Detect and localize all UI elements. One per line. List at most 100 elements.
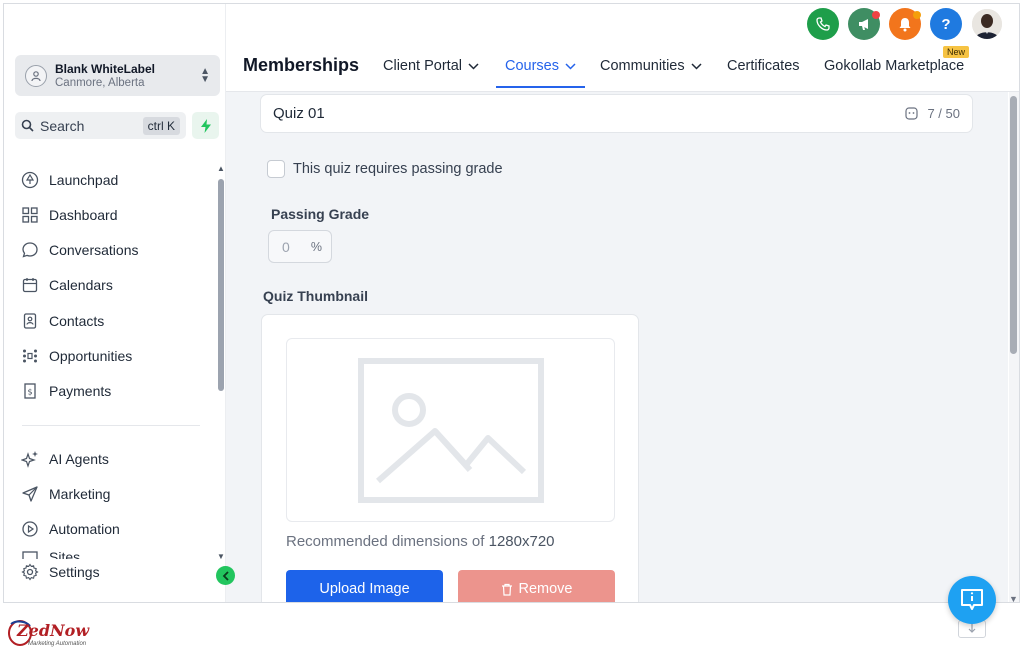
sidebar: Blank WhiteLabel Canmore, Alberta ▲ ▼ Sea… <box>4 4 226 602</box>
send-icon <box>22 486 38 502</box>
announcements-button[interactable] <box>848 8 880 40</box>
search-label: Search <box>40 117 85 134</box>
chevron-down-icon <box>565 62 576 70</box>
sidebar-item-label: Launchpad <box>49 172 119 188</box>
phone-icon <box>816 17 830 31</box>
account-location: Canmore, Alberta <box>55 77 145 89</box>
sidebar-item-payments[interactable]: $ Payments <box>21 379 201 403</box>
tab-client-portal[interactable]: Client Portal <box>383 58 479 74</box>
sidebar-item-marketing[interactable]: Marketing <box>21 482 201 506</box>
tab-label: Gokollab Marketplace <box>824 58 965 74</box>
page-title: Memberships <box>243 55 360 75</box>
sidebar-item-launchpad[interactable]: Launchpad <box>21 168 201 192</box>
sidebar-item-calendars[interactable]: Calendars <box>21 273 201 297</box>
chevron-down-icon <box>691 62 702 70</box>
sidebar-item-conversations[interactable]: Conversations <box>21 238 201 262</box>
contacts-icon <box>23 313 37 329</box>
support-chat-button[interactable] <box>948 576 996 624</box>
scroll-down-icon[interactable]: ▼ <box>217 552 225 561</box>
passing-grade-input[interactable]: 0 % <box>268 230 332 263</box>
bolt-icon <box>200 118 211 133</box>
passing-grade-checkbox[interactable] <box>267 160 285 178</box>
user-avatar[interactable] <box>972 9 1002 39</box>
chevron-down-icon <box>468 62 479 70</box>
logo-text: ZedNow <box>17 621 90 640</box>
megaphone-icon <box>858 19 868 30</box>
app-window: Blank WhiteLabel Canmore, Alberta ▲ ▼ Sea… <box>3 3 1020 603</box>
chevron-left-icon <box>222 570 229 581</box>
sidebar-item-label: Calendars <box>49 277 113 293</box>
scroll-up-icon[interactable]: ▲ <box>217 164 225 173</box>
sidebar-item-automation[interactable]: Automation <box>21 517 201 541</box>
sidebar-item-label: Automation <box>49 521 120 537</box>
quick-action-button[interactable] <box>192 112 219 139</box>
tab-courses[interactable]: Courses <box>505 58 576 74</box>
sidebar-item-label: Conversations <box>49 242 139 258</box>
sidebar-item-label: Settings <box>49 564 100 580</box>
sidebar-item-contacts[interactable]: Contacts <box>21 309 201 333</box>
thumbnail-card: Recommended dimensions of 1280x720 Uploa… <box>261 314 639 602</box>
upload-image-button[interactable]: Upload Image <box>286 570 443 602</box>
account-avatar-icon <box>25 64 47 87</box>
zednow-logo: ZedNow Marketing Automation <box>6 615 116 649</box>
ai-assist-icon[interactable] <box>905 107 919 120</box>
sidebar-item-label: Contacts <box>49 313 105 329</box>
passing-grade-toggle[interactable]: This quiz requires passing grade <box>267 160 503 178</box>
upload-image-label: Upload Image <box>319 581 410 597</box>
recommended-prefix: Recommended dimensions of <box>286 533 489 550</box>
recommended-dims-value: 1280x720 <box>488 533 555 550</box>
search-icon <box>21 119 34 132</box>
char-counter: 7 / 50 <box>905 106 960 121</box>
chevron-updown-icon: ▲ ▼ <box>200 65 210 85</box>
tab-communities[interactable]: Communities <box>600 58 702 74</box>
sidebar-item-label: Sites <box>49 549 81 559</box>
recommended-dimensions: Recommended dimensions of 1280x720 <box>286 533 555 550</box>
tab-gokollab-marketplace[interactable]: Gokollab Marketplace <box>824 58 964 74</box>
notification-dot <box>872 11 880 19</box>
search-shortcut: ctrl K <box>142 116 180 135</box>
sidebar-item-settings[interactable]: Settings <box>21 560 201 584</box>
sidebar-item-dashboard[interactable]: Dashboard <box>21 203 201 227</box>
sidebar-item-sites[interactable]: Sites <box>21 549 201 559</box>
sites-icon <box>22 551 38 559</box>
tab-label: Client Portal <box>383 58 462 74</box>
trash-icon <box>501 583 512 596</box>
account-name: Blank WhiteLabel <box>55 62 156 76</box>
thumbnail-preview[interactable] <box>286 338 615 522</box>
sidebar-item-label: Marketing <box>49 486 111 502</box>
sidebar-scrollbar[interactable] <box>218 179 224 391</box>
calendar-icon <box>22 278 38 293</box>
launchpad-icon <box>21 171 39 189</box>
svg-text:$: $ <box>27 388 32 397</box>
collapse-sidebar-button[interactable] <box>216 566 235 585</box>
scroll-down-icon[interactable]: ▼ <box>1009 594 1018 602</box>
percent-unit: % <box>310 239 322 254</box>
sidebar-item-ai-agents[interactable]: AI Agents <box>21 447 201 471</box>
remove-image-button[interactable]: Remove <box>458 570 615 602</box>
quiz-editor: Quiz 01 7 / 50 This quiz requires passin… <box>226 92 1008 602</box>
payments-icon: $ <box>24 383 36 399</box>
dashboard-icon <box>22 207 38 223</box>
active-tab-indicator <box>496 86 585 88</box>
sidebar-item-label: Dashboard <box>49 207 118 223</box>
automation-icon <box>22 521 38 537</box>
sparkle-icon <box>21 451 38 468</box>
sidebar-divider <box>22 425 200 426</box>
chat-icon <box>22 242 38 258</box>
phone-button[interactable] <box>807 8 839 40</box>
tab-certificates[interactable]: Certificates <box>727 58 800 74</box>
search-input[interactable]: Search ctrl K <box>15 112 186 139</box>
passing-grade-checkbox-label: This quiz requires passing grade <box>293 161 503 177</box>
help-button[interactable]: ? <box>930 8 962 40</box>
sidebar-item-opportunities[interactable]: Opportunities <box>21 344 201 368</box>
main-scrollbar-thumb[interactable] <box>1010 96 1017 354</box>
char-count: 7 / 50 <box>927 106 960 121</box>
top-header: Memberships Client Portal Courses Commun… <box>226 4 1019 92</box>
notifications-button[interactable] <box>889 8 921 40</box>
info-chat-icon <box>961 589 983 610</box>
sidebar-item-label: Opportunities <box>49 348 133 364</box>
quiz-title-input[interactable]: Quiz 01 7 / 50 <box>260 94 973 133</box>
tab-label: Communities <box>600 58 685 74</box>
account-switcher[interactable]: Blank WhiteLabel Canmore, Alberta ▲ ▼ <box>15 55 220 96</box>
image-placeholder-icon <box>357 357 544 503</box>
